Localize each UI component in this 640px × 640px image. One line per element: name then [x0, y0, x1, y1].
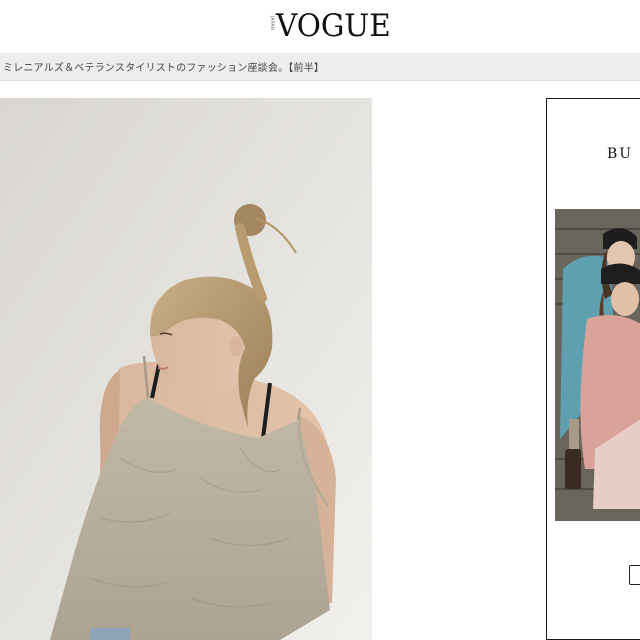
article-title[interactable]: ミレニアルズ＆ベテランスタイリストのファッション座談会。【前半】: [0, 59, 324, 74]
ad-brand-text: BU: [607, 146, 634, 162]
ad-image[interactable]: [555, 209, 640, 521]
logo-sub-text: JAPAN: [270, 16, 275, 31]
vogue-logo[interactable]: JAPAN VOGUE: [270, 8, 397, 44]
article-hero-image: [0, 98, 372, 640]
advertisement-banner[interactable]: BU: [546, 98, 640, 640]
logo-text: VOGUE: [276, 8, 391, 44]
ad-cta-button[interactable]: [629, 565, 640, 585]
site-header: JAPAN VOGUE: [0, 0, 640, 52]
article-title-bar: ミレニアルズ＆ベテランスタイリストのファッション座談会。【前半】: [0, 53, 640, 81]
